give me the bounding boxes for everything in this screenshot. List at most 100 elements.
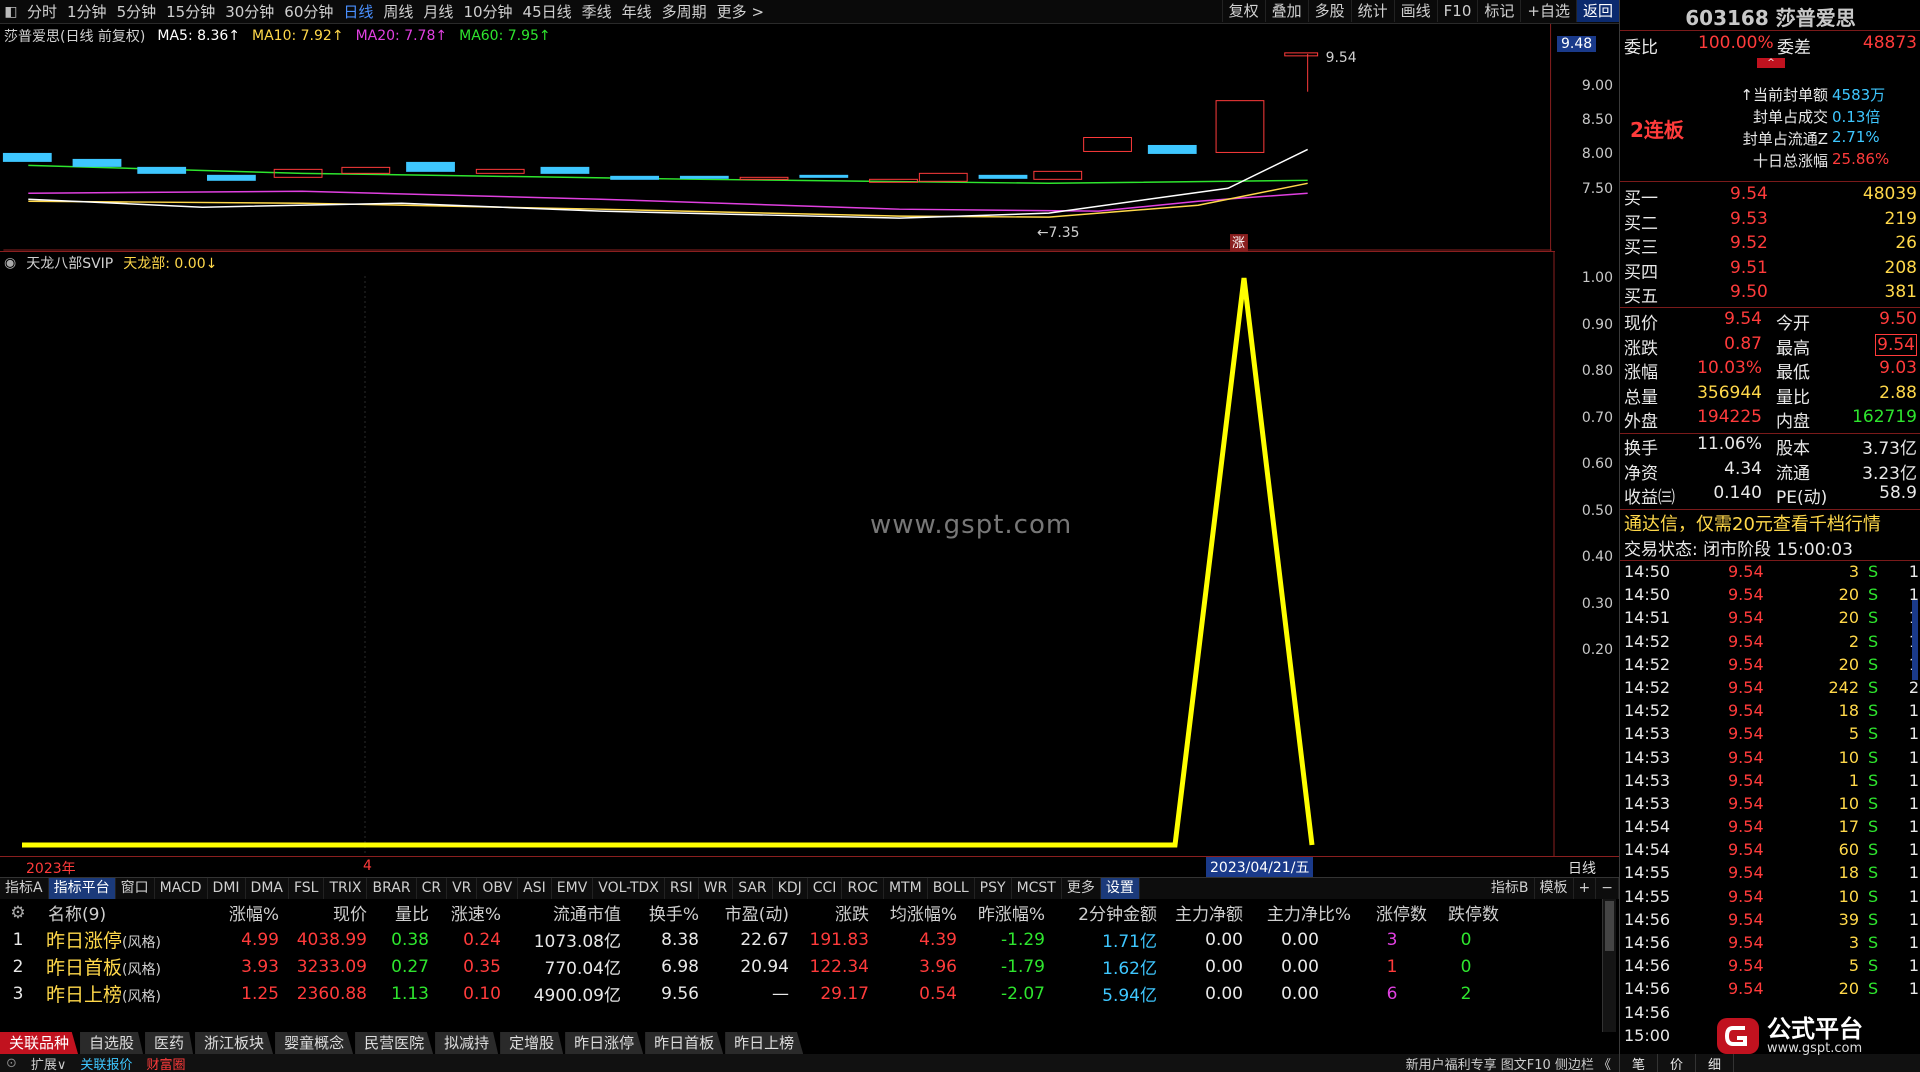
chart-action-button[interactable]: 返回 (1575, 0, 1619, 22)
indicator-tab[interactable]: MTM (884, 878, 928, 899)
indicator-tab[interactable]: WR (699, 878, 734, 899)
column-header[interactable]: 换手% (627, 900, 705, 925)
chart-action-button[interactable]: 叠加 (1264, 0, 1308, 22)
indicator-tab[interactable]: 设置 (1100, 878, 1140, 899)
column-header[interactable]: 2分钟金额 (1051, 900, 1163, 925)
row-name[interactable]: 昨日涨停(风格) (36, 926, 205, 953)
column-header[interactable]: 昨涨幅% (963, 900, 1051, 925)
table-row[interactable]: 3 昨日上榜(风格) 1.25 2360.88 1.13 0.10 4900.09亿 9.56… (0, 980, 1605, 1007)
indicator-tab[interactable]: KDJ (773, 878, 808, 899)
indicator-tab[interactable]: CCI (808, 878, 843, 899)
board-tab[interactable]: 昨日首板 (645, 1032, 724, 1054)
column-header[interactable]: 涨速% (435, 900, 507, 925)
column-header[interactable]: 涨停数 (1357, 900, 1433, 925)
chart-action-button[interactable]: +自选 (1520, 0, 1576, 22)
tick-tab[interactable]: 价 (1658, 1054, 1697, 1072)
indicator-chart[interactable] (0, 252, 1555, 856)
column-header[interactable]: 量比 (373, 900, 435, 925)
indicator-tab[interactable]: ASI (518, 878, 552, 899)
indicator-tab[interactable]: TRIX (324, 878, 368, 899)
indicator-tab-right[interactable]: + (1574, 878, 1597, 899)
table-scrollbar[interactable] (1602, 899, 1616, 1032)
period-tab[interactable]: 更多 > (712, 1, 769, 23)
indicator-tab-right[interactable]: 指标B (1486, 878, 1535, 899)
period-tab[interactable]: 30分钟 (220, 1, 279, 23)
indicator-tab[interactable]: VOL-TDX (593, 878, 665, 899)
column-header[interactable]: 涨跌 (795, 900, 875, 925)
window-icon[interactable]: ◧ (0, 1, 22, 23)
period-tab[interactable]: 年线 (617, 1, 657, 23)
tick-tab[interactable]: 笔 (1620, 1054, 1659, 1072)
board-tab[interactable]: 民营医院 (355, 1032, 434, 1054)
column-header[interactable]: 现价 (285, 900, 373, 925)
indicator-tab[interactable]: PSY (975, 878, 1012, 899)
indicator-tab[interactable]: CR (417, 878, 448, 899)
row-name-text[interactable]: 昨日涨停 (46, 930, 122, 952)
chart-action-button[interactable]: F10 (1436, 0, 1478, 22)
row-name-text[interactable]: 昨日首板 (46, 957, 122, 979)
column-header[interactable]: 均涨幅% (875, 900, 963, 925)
period-tab[interactable]: 周线 (378, 1, 418, 23)
toggle-icon[interactable]: ⊙ (6, 1056, 17, 1071)
period-tab[interactable]: 月线 (418, 1, 458, 23)
indicator-tab[interactable]: MACD (155, 878, 208, 899)
indicator-tab[interactable]: BOLL (928, 878, 975, 899)
board-tab[interactable]: 自选股 (80, 1032, 144, 1054)
board-tab[interactable]: 昨日上榜 (725, 1032, 804, 1054)
chart-action-button[interactable]: 画线 (1393, 0, 1437, 22)
row-name[interactable]: 昨日首板(风格) (36, 953, 205, 980)
indicator-tab[interactable]: BRAR (367, 878, 417, 899)
row-name-text[interactable]: 昨日上榜 (46, 984, 122, 1006)
related-quote-link[interactable]: 关联报价 (80, 1054, 132, 1072)
column-header[interactable]: 主力净比% (1249, 900, 1357, 925)
promo-banner[interactable]: 通达信，仅需20元查看千档行情 (1620, 510, 1920, 535)
row-name[interactable]: 昨日上榜(风格) (36, 980, 205, 1007)
indicator-tab[interactable]: SAR (733, 878, 773, 899)
period-tab[interactable]: 5分钟 (112, 1, 162, 23)
indicator-tab[interactable]: DMI (208, 878, 246, 899)
indicator-tab-right[interactable]: 模板 (1535, 878, 1574, 899)
candlestick-chart[interactable]: 9.54 ←7.35 涨 (0, 24, 1555, 252)
column-header[interactable]: 主力净额 (1163, 900, 1249, 925)
column-header[interactable]: 名称(9) (36, 900, 205, 925)
indicator-tab[interactable]: VR (447, 878, 478, 899)
indicator-tab-right[interactable]: − (1596, 878, 1619, 899)
eye-icon[interactable]: ◉ (4, 255, 16, 271)
collapse-icon[interactable]: ^ (1757, 58, 1785, 68)
period-tab[interactable]: 分时 (22, 1, 62, 23)
board-tab[interactable]: 关联品种 (0, 1032, 79, 1054)
table-row[interactable]: 1 昨日涨停(风格) 4.99 4038.99 0.38 0.24 1073.08亿 8.38… (0, 926, 1605, 953)
chart-action-button[interactable]: 复权 (1221, 0, 1265, 22)
period-tab[interactable]: 15分钟 (161, 1, 220, 23)
indicator-tab[interactable]: OBV (477, 878, 519, 899)
board-tab[interactable]: 婴童概念 (275, 1032, 354, 1054)
indicator-tab[interactable]: RSI (665, 878, 699, 899)
indicator-tab[interactable]: 指标A (0, 878, 49, 899)
indicator-tab[interactable]: 窗口 (116, 878, 155, 899)
promo-links[interactable]: 新用户福利专享 图文F10 侧边栏 《 (1406, 1054, 1611, 1072)
period-tab[interactable]: 60分钟 (279, 1, 338, 23)
indicator-tab[interactable]: 指标平台 (48, 878, 116, 899)
expand-link[interactable]: 扩展∨ (31, 1054, 67, 1072)
indicator-tab[interactable]: MCST (1012, 878, 1062, 899)
period-tab[interactable]: 多周期 (657, 1, 712, 23)
board-tab[interactable]: 拟减持 (435, 1032, 499, 1054)
indicator-tab[interactable]: FSL (289, 878, 325, 899)
period-tab[interactable]: 1分钟 (62, 1, 112, 23)
board-tab[interactable]: 昨日涨停 (565, 1032, 644, 1054)
board-tab[interactable]: 浙江板块 (195, 1032, 274, 1054)
tick-scrollbar[interactable] (1912, 600, 1918, 680)
period-tab[interactable]: 45日线 (518, 1, 577, 23)
period-tab[interactable]: 季线 (577, 1, 617, 23)
chart-action-button[interactable]: 多股 (1307, 0, 1351, 22)
chart-action-button[interactable]: 统计 (1350, 0, 1394, 22)
table-row[interactable]: 2 昨日首板(风格) 3.93 3233.09 0.27 0.35 770.04亿 6.98 2… (0, 953, 1605, 980)
period-tab[interactable]: 日线 (338, 1, 378, 23)
period-tab[interactable]: 10分钟 (458, 1, 517, 23)
column-header[interactable]: 流通市值 (507, 900, 627, 925)
wealth-circle-link[interactable]: 财富圈 (146, 1054, 185, 1072)
indicator-tab[interactable]: ROC (842, 878, 884, 899)
column-header[interactable]: 市盈(动) (705, 900, 795, 925)
board-tab[interactable]: 医药 (145, 1032, 194, 1054)
column-header[interactable]: 跌停数 (1433, 900, 1505, 925)
